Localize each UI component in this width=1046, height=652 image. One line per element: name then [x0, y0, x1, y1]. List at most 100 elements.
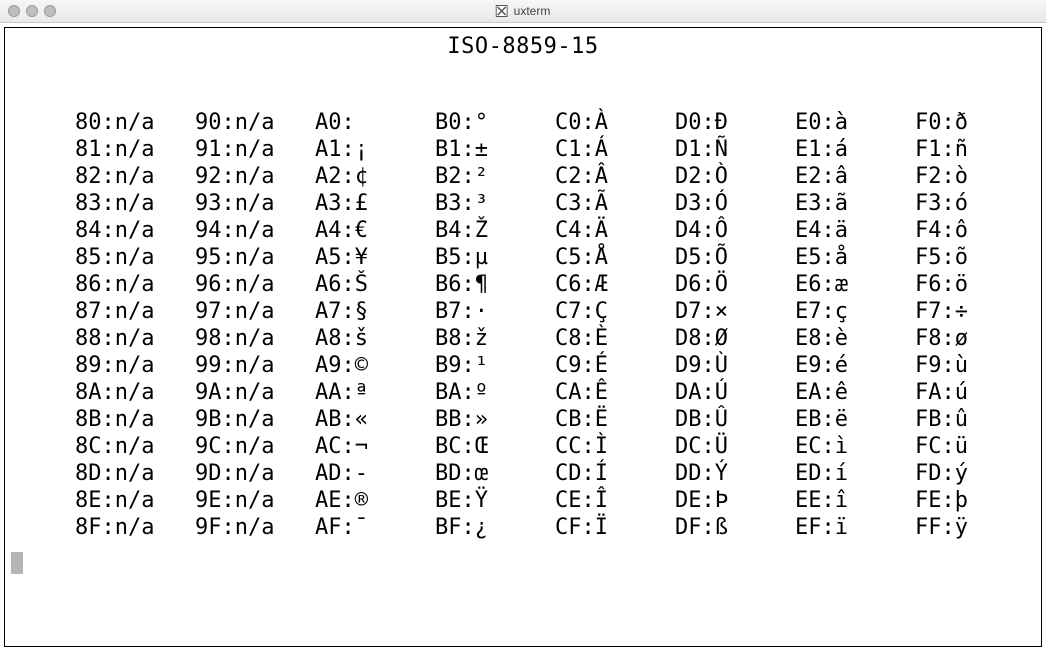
char-cell: E4:ä	[795, 217, 915, 244]
char-cell: 96:n/a	[195, 271, 315, 298]
close-button[interactable]	[8, 5, 20, 17]
char-cell: E3:ã	[795, 190, 915, 217]
char-cell: F5:õ	[915, 244, 1035, 271]
char-cell: F0:ð	[915, 109, 1035, 136]
char-cell: B1:±	[435, 136, 555, 163]
char-cell: A8:š	[315, 325, 435, 352]
char-cell: B8:ž	[435, 325, 555, 352]
char-cell: BF:¿	[435, 514, 555, 541]
char-cell: 9D:n/a	[195, 460, 315, 487]
char-cell: BA:º	[435, 379, 555, 406]
char-cell: B3:³	[435, 190, 555, 217]
char-cell: D5:Õ	[675, 244, 795, 271]
char-cell: AF:¯	[315, 514, 435, 541]
char-cell: C2:Â	[555, 163, 675, 190]
char-cell: 94:n/a	[195, 217, 315, 244]
encoding-heading: ISO-8859-15	[11, 34, 1035, 59]
char-cell: C3:Ã	[555, 190, 675, 217]
char-cell: C8:È	[555, 325, 675, 352]
char-cell: 8F:n/a	[75, 514, 195, 541]
char-cell: A0:	[315, 109, 435, 136]
char-cell: 87:n/a	[75, 298, 195, 325]
char-cell: EE:î	[795, 487, 915, 514]
column-C: C0:ÀC1:ÁC2:ÂC3:ÃC4:ÄC5:ÅC6:ÆC7:ÇC8:ÈC9:É…	[555, 109, 675, 541]
char-cell: E2:â	[795, 163, 915, 190]
char-cell: D1:Ñ	[675, 136, 795, 163]
char-cell: CD:Í	[555, 460, 675, 487]
char-cell: C1:Á	[555, 136, 675, 163]
char-cell: DD:Ý	[675, 460, 795, 487]
terminal-area[interactable]: ISO-8859-15 80:n/a81:n/a82:n/a83:n/a84:n…	[4, 27, 1042, 647]
terminal-cursor	[11, 552, 23, 574]
char-cell: 9C:n/a	[195, 433, 315, 460]
column-8: 80:n/a81:n/a82:n/a83:n/a84:n/a85:n/a86:n…	[75, 109, 195, 541]
char-cell: BB:»	[435, 406, 555, 433]
char-cell: 90:n/a	[195, 109, 315, 136]
zoom-button[interactable]	[44, 5, 56, 17]
char-cell: DC:Ü	[675, 433, 795, 460]
x11-icon	[496, 5, 508, 17]
char-cell: B0:°	[435, 109, 555, 136]
char-cell: 98:n/a	[195, 325, 315, 352]
char-cell: 95:n/a	[195, 244, 315, 271]
char-cell: CB:Ë	[555, 406, 675, 433]
char-cell: 80:n/a	[75, 109, 195, 136]
char-cell: B5:µ	[435, 244, 555, 271]
char-cell: DB:Û	[675, 406, 795, 433]
column-E: E0:àE1:áE2:âE3:ãE4:äE5:åE6:æE7:çE8:èE9:é…	[795, 109, 915, 541]
char-cell: A5:¥	[315, 244, 435, 271]
char-cell: CE:Î	[555, 487, 675, 514]
char-cell: D4:Ô	[675, 217, 795, 244]
char-cell: 9E:n/a	[195, 487, 315, 514]
char-cell: A7:§	[315, 298, 435, 325]
char-cell: ED:í	[795, 460, 915, 487]
char-cell: 82:n/a	[75, 163, 195, 190]
char-cell: D3:Ó	[675, 190, 795, 217]
char-cell: 81:n/a	[75, 136, 195, 163]
traffic-lights	[0, 5, 56, 17]
char-cell: FF:ÿ	[915, 514, 1035, 541]
char-cell: 99:n/a	[195, 352, 315, 379]
char-cell: EF:ï	[795, 514, 915, 541]
char-cell: FD:ý	[915, 460, 1035, 487]
char-cell: 97:n/a	[195, 298, 315, 325]
char-cell: 9B:n/a	[195, 406, 315, 433]
char-cell: CA:Ê	[555, 379, 675, 406]
char-cell: AB:«	[315, 406, 435, 433]
char-cell: D8:Ø	[675, 325, 795, 352]
char-cell: 9A:n/a	[195, 379, 315, 406]
column-A: A0: A1:¡A2:¢A3:£A4:€A5:¥A6:ŠA7:§A8:šA9:©…	[315, 109, 435, 541]
char-cell: C4:Ä	[555, 217, 675, 244]
char-cell: F4:ô	[915, 217, 1035, 244]
char-cell: F8:ø	[915, 325, 1035, 352]
char-cell: DA:Ú	[675, 379, 795, 406]
minimize-button[interactable]	[26, 5, 38, 17]
char-cell: 93:n/a	[195, 190, 315, 217]
char-cell: EC:ì	[795, 433, 915, 460]
column-B: B0:°B1:±B2:²B3:³B4:ŽB5:µB6:¶B7:·B8:žB9:¹…	[435, 109, 555, 541]
char-cell: BE:Ÿ	[435, 487, 555, 514]
char-cell: FB:û	[915, 406, 1035, 433]
char-cell: 8B:n/a	[75, 406, 195, 433]
char-cell: D2:Ò	[675, 163, 795, 190]
char-cell: A9:©	[315, 352, 435, 379]
char-cell: 86:n/a	[75, 271, 195, 298]
char-cell: 89:n/a	[75, 352, 195, 379]
char-cell: B7:·	[435, 298, 555, 325]
char-cell: E9:é	[795, 352, 915, 379]
char-cell: 9F:n/a	[195, 514, 315, 541]
char-cell: C7:Ç	[555, 298, 675, 325]
char-cell: 91:n/a	[195, 136, 315, 163]
char-cell: A6:Š	[315, 271, 435, 298]
character-table: 80:n/a81:n/a82:n/a83:n/a84:n/a85:n/a86:n…	[75, 109, 1035, 541]
char-cell: E0:à	[795, 109, 915, 136]
char-cell: E1:á	[795, 136, 915, 163]
char-cell: 92:n/a	[195, 163, 315, 190]
char-cell: D6:Ö	[675, 271, 795, 298]
char-cell: F3:ó	[915, 190, 1035, 217]
window-titlebar: uxterm	[0, 0, 1046, 23]
char-cell: E8:è	[795, 325, 915, 352]
char-cell: AE:®	[315, 487, 435, 514]
char-cell: 8C:n/a	[75, 433, 195, 460]
char-cell: E7:ç	[795, 298, 915, 325]
